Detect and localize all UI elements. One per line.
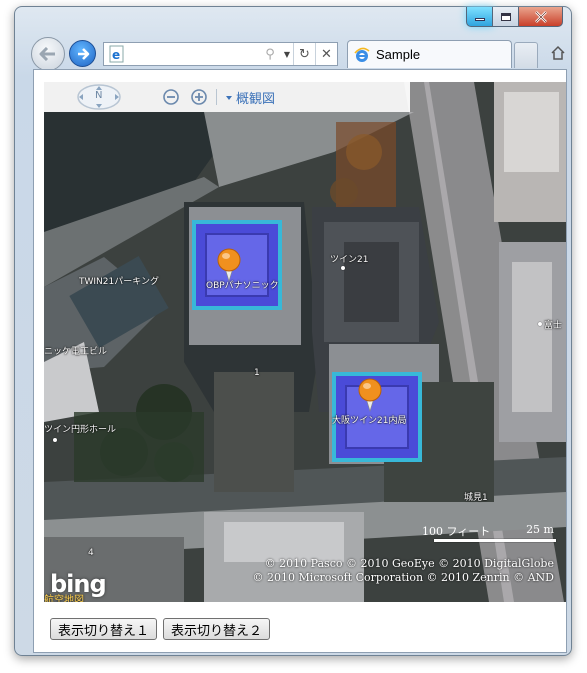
map-label-sign1: 城見1 [464,493,488,503]
map-label-osaka-office: 大阪ツイン21内局 [332,416,407,426]
map-point-line21 [341,266,345,270]
close-window-button[interactable] [519,7,563,27]
minimize-icon [474,18,485,21]
address-bar[interactable]: e ⚲ ▼ ↻ ✕ [103,42,338,66]
bing-logo-subtitle: 航空地図 [44,595,84,602]
copyright-line-2: © 2010 Microsoft Corporation © 2010 Zenr… [252,571,554,584]
zoom-out-icon[interactable] [162,88,180,106]
browser-window: e ⚲ ▼ ↻ ✕ Sample TWIN21パーキング OBPパナソニック ツ… [14,6,572,656]
tab-sample[interactable]: Sample [347,40,512,68]
maximize-button[interactable] [493,7,519,27]
map-label-nikkei: ニッケ電工ビル [44,347,108,357]
map-label-tomi: 富士 [544,321,563,331]
map-label-line21: ツイン21 [330,255,369,265]
stop-icon[interactable]: ✕ [315,43,337,65]
back-button[interactable] [31,37,65,71]
switch-view-1-button[interactable]: 表示切り替え１ [50,618,158,640]
compass-letter: N [95,90,103,101]
close-icon [534,10,547,23]
map-point-circle-hall [53,438,57,442]
page-viewport: TWIN21パーキング OBPパナソニック ツイン21 ニッケ電工ビル ツイン円… [33,69,567,653]
map-point-tomi [538,322,542,326]
tab-title: Sample [376,47,421,62]
caption-buttons [466,7,563,27]
ie-page-icon: e [109,45,124,63]
refresh-icon[interactable]: ↻ [293,43,315,65]
switch-view-2-button[interactable]: 表示切り替え２ [163,618,271,640]
map-copyright: © 2010 Pasco © 2010 GeoEye © 2010 Digita… [253,557,554,585]
home-icon[interactable] [550,45,566,61]
map-scale: 100 フィート 25 m [422,523,556,545]
search-icon[interactable]: ⚲ [259,43,281,65]
scale-bar [434,539,556,542]
map-pushpin-2[interactable] [357,378,383,412]
zoom-in-icon[interactable] [190,88,208,106]
button-row: 表示切り替え１ 表示切り替え２ [50,618,271,640]
map-label-number-1: 1 [254,368,260,378]
map-label-twin21-parking: TWIN21パーキング [79,277,159,287]
map-pushpin-1[interactable] [216,248,242,282]
svg-text:e: e [112,48,120,62]
copyright-line-1: © 2010 Pasco © 2010 GeoEye © 2010 Digita… [264,557,554,570]
toolbar-divider [216,89,217,105]
forward-arrow-icon [77,47,89,60]
bing-map[interactable]: TWIN21パーキング OBPパナソニック ツイン21 ニッケ電工ビル ツイン円… [44,82,566,602]
map-toolbar: N 概観図 [44,82,410,112]
map-label-number-4: 4 [88,548,94,558]
minimize-button[interactable] [466,7,493,27]
scale-meters: 25 m [526,523,554,536]
ie-tab-icon [354,47,370,62]
maximize-icon [500,12,511,21]
dropdown-icon[interactable]: ▼ [281,43,293,65]
overview-caret-icon [226,95,232,100]
back-arrow-icon [39,47,55,61]
new-tab-button[interactable] [514,42,538,68]
overview-map-toggle[interactable]: 概観図 [226,88,275,107]
forward-button[interactable] [69,40,96,67]
map-label-circle-hall: ツイン円形ホール [44,425,117,435]
scale-feet: 100 フィート [422,525,491,538]
overview-label: 概観図 [236,92,276,107]
